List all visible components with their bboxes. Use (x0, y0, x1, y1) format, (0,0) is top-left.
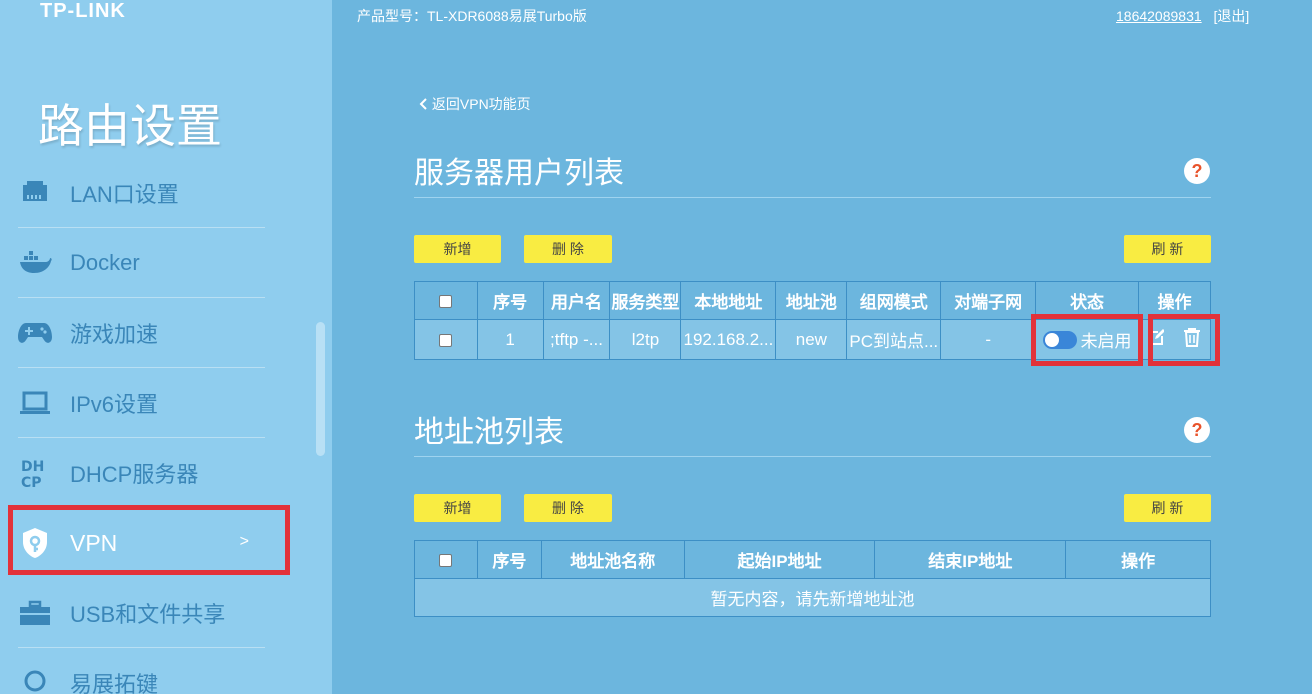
cell-peer-subnet: - (940, 319, 1037, 360)
delete-pool-button[interactable]: 删 除 (524, 494, 612, 522)
sidebar-item-vpn[interactable]: VPN > (18, 508, 265, 578)
column-header: 状态 (1035, 281, 1140, 320)
laptop-icon (18, 386, 52, 420)
column-header: 结束IP地址 (874, 540, 1067, 579)
row-checkbox[interactable] (439, 333, 453, 347)
sidebar-item-dhcp[interactable]: DH CP DHCP服务器 (18, 438, 265, 508)
cell-index: 1 (476, 319, 544, 360)
refresh-pools-button[interactable]: 刷 新 (1124, 494, 1211, 522)
sidebar-item-label: LAN口设置 (70, 181, 179, 207)
dhcp-text-icon: DH CP (18, 456, 52, 490)
sidebar-item-label: IPv6设置 (70, 391, 159, 417)
select-all-cell (414, 540, 478, 579)
select-all-checkbox[interactable] (439, 553, 453, 567)
edit-icon[interactable] (1148, 328, 1166, 351)
column-header: 服务类型 (609, 281, 682, 320)
section-title: 路由设置 (38, 100, 222, 152)
column-header: 序号 (476, 281, 544, 320)
shield-key-icon (18, 526, 52, 560)
cell-pool: new (775, 319, 848, 360)
back-link-label: 返回VPN功能页 (431, 96, 531, 112)
sidebar-item-ipv6[interactable]: IPv6设置 (18, 368, 265, 438)
sidebar-item-lan[interactable]: LAN口设置 (18, 158, 265, 228)
briefcase-icon (18, 596, 52, 630)
table-header-row: 序号 地址池名称 起始IP地址 结束IP地址 操作 (414, 540, 1211, 579)
cell-service: l2tp (609, 319, 682, 360)
column-header: 序号 (476, 540, 542, 579)
users-section-title: 服务器用户列表 (414, 157, 624, 190)
column-header: 操作 (1065, 540, 1211, 579)
pools-section-title: 地址池列表 (414, 416, 564, 449)
column-header: 起始IP地址 (683, 540, 876, 579)
sidebar-item-label: 游戏加速 (70, 321, 159, 347)
cell-actions (1138, 319, 1211, 360)
account-link[interactable]: 18642089831 (1116, 8, 1202, 24)
sidebar-scrollbar[interactable] (316, 322, 325, 456)
chevron-left-icon (418, 96, 432, 112)
chevron-right-icon: > (239, 533, 249, 550)
delete-user-button[interactable]: 删 除 (524, 235, 612, 263)
sidebar-item-label: 易展拓键 (70, 671, 159, 694)
help-icon[interactable]: ? (1184, 158, 1210, 184)
sidebar-item-mesh[interactable]: 易展拓键 (18, 648, 265, 694)
sidebar-nav: LAN口设置 Docker 游戏加速 IPv6设置 DHCP DHCP服务器 (18, 158, 265, 694)
svg-text:DH: DH (21, 459, 44, 475)
tp-link-logo: TP-LINK (40, 0, 126, 22)
product-model: 产品型号：TL-XDR6088易展Turbo版 (357, 8, 587, 24)
empty-state-text: 暂无内容，请先新增地址池 (414, 578, 1211, 617)
sidebar-item-label: USB和文件共享 (70, 601, 226, 627)
refresh-users-button[interactable]: 刷 新 (1124, 235, 1211, 263)
trash-icon[interactable] (1183, 327, 1201, 352)
cell-username: ;tftp -... (542, 319, 611, 360)
column-header: 本地地址 (680, 281, 777, 320)
add-pool-button[interactable]: 新增 (414, 494, 501, 522)
status-toggle[interactable] (1042, 330, 1077, 349)
sidebar: TP-LINK 路由设置 LAN口设置 Docker 游戏加速 IPv6设置 D… (0, 0, 332, 694)
sidebar-item-usb[interactable]: USB和文件共享 (18, 578, 265, 648)
cell-local-addr: 192.168.2... (680, 319, 777, 360)
logout-link[interactable]: [退出] (1214, 8, 1250, 24)
cell-status: 未启用 (1035, 319, 1140, 360)
add-user-button[interactable]: 新增 (414, 235, 501, 263)
table-header-row: 序号 用户名 服务类型 本地地址 地址池 组网模式 对端子网 状态 操作 (414, 281, 1211, 320)
sidebar-item-label: VPN (70, 529, 118, 556)
pools-table: 序号 地址池名称 起始IP地址 结束IP地址 操作 暂无内容，请先新增地址池 (414, 540, 1211, 617)
svg-text:CP: CP (21, 475, 42, 489)
help-icon[interactable]: ? (1184, 417, 1210, 443)
column-header: 地址池 (775, 281, 848, 320)
select-all-cell (414, 281, 478, 320)
sidebar-item-docker[interactable]: Docker (18, 228, 265, 298)
sidebar-item-label: Docker (70, 249, 140, 275)
table-row: 1 ;tftp -... l2tp 192.168.2... new PC到站点… (414, 319, 1211, 360)
user-area: 18642089831 [退出] (1116, 6, 1249, 26)
sidebar-item-game[interactable]: 游戏加速 (18, 298, 265, 368)
divider (414, 197, 1211, 198)
users-table: 序号 用户名 服务类型 本地地址 地址池 组网模式 对端子网 状态 操作 1 ;… (414, 281, 1211, 360)
column-header: 对端子网 (940, 281, 1037, 320)
column-header: 用户名 (542, 281, 611, 320)
sidebar-item-label: DHCP服务器 (70, 461, 199, 487)
table-empty-row: 暂无内容，请先新增地址池 (414, 578, 1211, 617)
row-select-cell (414, 319, 478, 360)
column-header: 地址池名称 (540, 540, 685, 579)
cell-mode: PC到站点... (846, 319, 942, 360)
mesh-icon (18, 666, 52, 694)
docker-whale-icon (18, 246, 52, 280)
gamepad-icon (18, 316, 52, 350)
status-text: 未启用 (1080, 332, 1132, 351)
column-header: 操作 (1138, 281, 1211, 320)
select-all-checkbox[interactable] (439, 294, 453, 308)
back-link[interactable]: 返回VPN功能页 (418, 94, 531, 114)
divider (414, 456, 1211, 457)
ethernet-port-icon (18, 176, 52, 210)
column-header: 组网模式 (846, 281, 942, 320)
